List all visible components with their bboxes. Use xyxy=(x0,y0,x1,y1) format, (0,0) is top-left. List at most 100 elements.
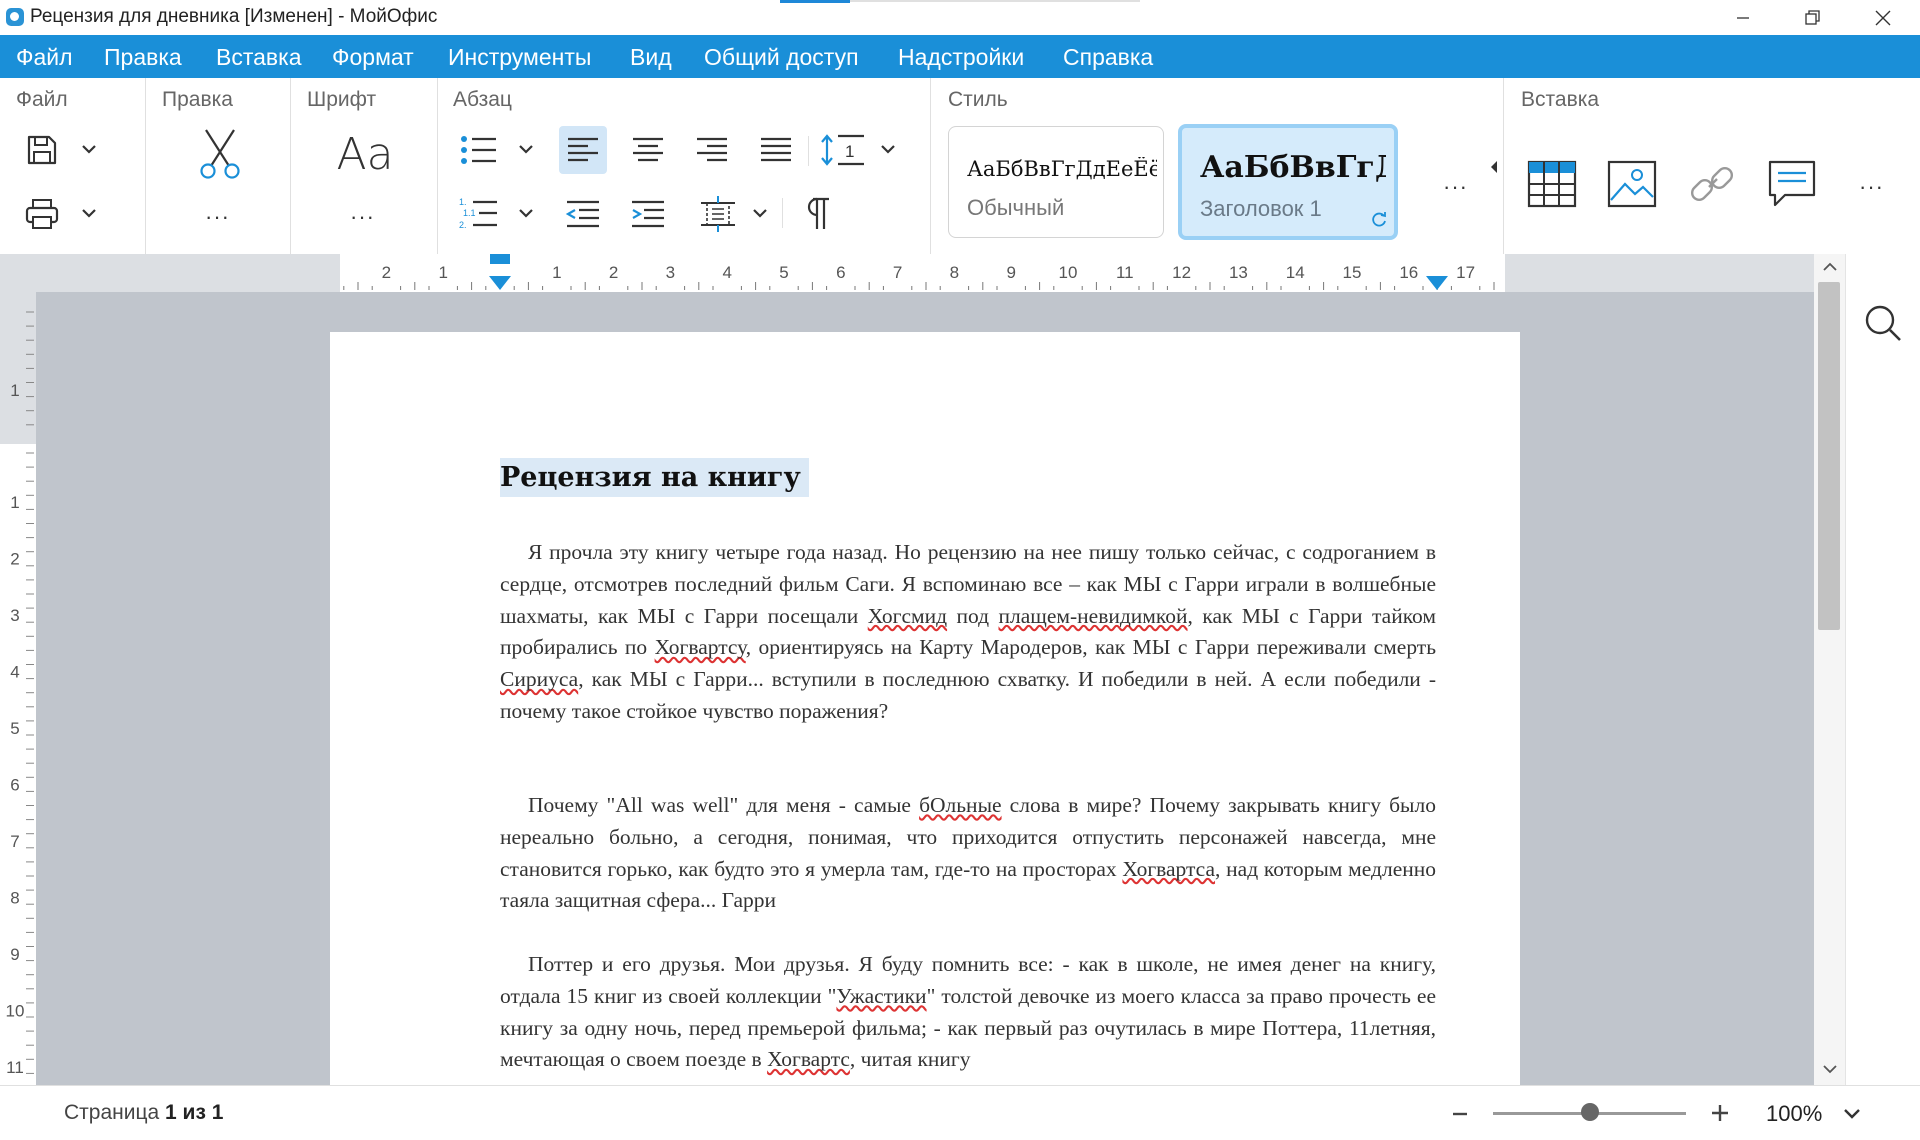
group-title-file: Файл xyxy=(16,88,68,111)
document-paragraph-2[interactable]: Почему "All was well" для меня - самые б… xyxy=(500,790,1436,917)
spelling-error[interactable]: Хогвартса xyxy=(1122,857,1215,881)
scroll-down-icon[interactable] xyxy=(1822,1064,1838,1074)
restore-icon xyxy=(1805,9,1820,25)
ruler-label: 11 xyxy=(6,1058,24,1077)
spelling-error[interactable]: Хогвартс xyxy=(767,1047,850,1071)
text-run: Почему "All was well" для меня - самые xyxy=(528,793,920,817)
line-spacing-button[interactable]: 1 xyxy=(818,126,868,174)
zoom-out-button[interactable] xyxy=(1450,1104,1470,1124)
insert-link-button[interactable] xyxy=(1684,156,1740,212)
font-settings-button[interactable]: Aa xyxy=(332,126,398,182)
zoom-level[interactable]: 100% xyxy=(1766,1101,1822,1127)
numbered-list-button[interactable]: 1. 1.1 2. xyxy=(456,192,502,236)
spelling-error[interactable]: бОльные xyxy=(919,793,1002,817)
text-run: под xyxy=(947,603,999,628)
zoom-in-button[interactable] xyxy=(1709,1102,1731,1124)
horizontal-ruler[interactable]: 2 1 1 2 3 4 5 6 7 8 9 10 11 12 13 14 15 16 17 xyxy=(0,254,1845,292)
group-title-font: Шрифт xyxy=(307,88,377,111)
group-title-edit: Правка xyxy=(162,88,233,111)
insert-image-button[interactable] xyxy=(1604,156,1660,212)
close-button[interactable] xyxy=(1853,0,1913,35)
search-icon xyxy=(1865,305,1901,341)
style-heading1-sample: АаБбВвГгД xyxy=(1200,150,1386,185)
chevron-down-icon xyxy=(753,209,767,218)
line-spacing-options[interactable] xyxy=(876,136,900,162)
ruler-label: 7 xyxy=(893,263,902,282)
insert-table-button[interactable] xyxy=(1524,156,1580,212)
document-page[interactable]: Рецензия на книгу Я прочла эту книгу чет… xyxy=(330,332,1520,1092)
style-more-button[interactable]: ··· xyxy=(1443,174,1468,200)
spelling-error[interactable]: Сириуса xyxy=(500,667,578,691)
chevron-down-icon xyxy=(82,209,96,218)
ruler-label: 8 xyxy=(950,263,959,282)
document-paragraph-3[interactable]: Поттер и его друзья. Мои друзья. Я буду … xyxy=(500,949,1436,1076)
zoom-slider-thumb[interactable] xyxy=(1580,1103,1599,1121)
align-center-button[interactable] xyxy=(624,126,672,174)
vertical-ruler[interactable]: 1 1 2 3 4 5 6 7 8 9 10 11 xyxy=(0,292,36,1085)
search-button[interactable] xyxy=(1858,298,1908,348)
spelling-error[interactable]: Ужастики xyxy=(836,984,926,1008)
ruler-label: 17 xyxy=(1456,263,1475,282)
vertical-ruler-scale: 11234567891011 xyxy=(0,292,36,1077)
font-more-button[interactable]: ··· xyxy=(350,204,375,230)
menu-insert[interactable]: Вставка xyxy=(216,44,302,71)
ribbon-separator xyxy=(145,78,146,254)
scroll-up-icon[interactable] xyxy=(1822,262,1838,272)
menu-view[interactable]: Вид xyxy=(630,44,672,71)
style-normal-card[interactable]: АаБбВвГгДдЕеЁё Обычный xyxy=(948,126,1164,238)
align-right-button[interactable] xyxy=(688,126,736,174)
show-formatting-marks-button[interactable] xyxy=(792,190,840,238)
ruler-label: 10 xyxy=(6,1002,25,1021)
chevron-down-icon[interactable] xyxy=(1843,1108,1861,1120)
scrollbar-thumb[interactable] xyxy=(1818,282,1840,630)
app-logo-icon xyxy=(6,8,24,26)
document-heading[interactable]: Рецензия на книгу xyxy=(500,458,809,497)
spelling-error[interactable]: плащем-невидимкой xyxy=(999,604,1188,628)
restore-button[interactable] xyxy=(1783,0,1843,35)
menu-file[interactable]: Файл xyxy=(16,44,73,71)
decrease-indent-button[interactable] xyxy=(559,190,607,238)
style-heading1-card[interactable]: АаБбВвГгД Заголовок 1 xyxy=(1178,124,1398,240)
ruler-label: 5 xyxy=(10,719,19,738)
svg-text:2.: 2. xyxy=(459,220,467,230)
numbered-list-options[interactable] xyxy=(514,200,538,226)
paragraph-spacing-options[interactable] xyxy=(748,200,772,226)
menu-sharing[interactable]: Общий доступ xyxy=(704,44,859,71)
print-options-button[interactable] xyxy=(76,200,102,226)
increase-indent-button[interactable] xyxy=(624,190,672,238)
menu-addons[interactable]: Надстройки xyxy=(898,44,1024,71)
bullet-list-options[interactable] xyxy=(514,136,538,162)
print-button[interactable] xyxy=(20,192,64,236)
cut-button[interactable] xyxy=(192,126,248,182)
align-justify-icon xyxy=(761,137,791,162)
edit-more-button[interactable]: ··· xyxy=(205,204,230,230)
ruler-label: 4 xyxy=(722,263,731,282)
menu-tools[interactable]: Инструменты xyxy=(448,44,591,71)
ruler-label: 13 xyxy=(1229,263,1248,282)
menu-format[interactable]: Формат xyxy=(332,44,414,71)
printer-icon xyxy=(25,199,59,229)
ruler-label: 9 xyxy=(1006,263,1015,282)
paragraph-spacing-button[interactable] xyxy=(694,190,742,238)
save-button[interactable] xyxy=(20,128,64,172)
ruler-label: 2 xyxy=(10,550,19,569)
indent-icon xyxy=(632,200,664,228)
spelling-error[interactable]: Хогвартсу xyxy=(655,635,746,659)
title-accent-line-2 xyxy=(850,0,1140,2)
align-left-button[interactable] xyxy=(559,126,607,174)
menu-help[interactable]: Справка xyxy=(1063,44,1153,71)
group-title-paragraph: Абзац xyxy=(453,88,512,111)
save-options-button[interactable] xyxy=(76,136,102,162)
page-indicator-count: 1 из 1 xyxy=(165,1101,224,1124)
align-justify-button[interactable] xyxy=(752,126,800,174)
document-paragraph-1[interactable]: Я прочла эту книгу четыре года назад. Но… xyxy=(500,537,1436,728)
minimize-button[interactable] xyxy=(1713,0,1773,35)
bullet-list-button[interactable] xyxy=(456,128,502,172)
spelling-error[interactable]: Хогсмид xyxy=(868,604,947,628)
insert-more-button[interactable]: ··· xyxy=(1859,174,1884,200)
collapse-arrow-icon[interactable] xyxy=(1489,160,1499,174)
svg-text:1.1: 1.1 xyxy=(463,208,476,218)
insert-comment-button[interactable] xyxy=(1764,156,1820,212)
menu-edit[interactable]: Правка xyxy=(104,44,182,71)
align-center-icon xyxy=(633,137,663,162)
